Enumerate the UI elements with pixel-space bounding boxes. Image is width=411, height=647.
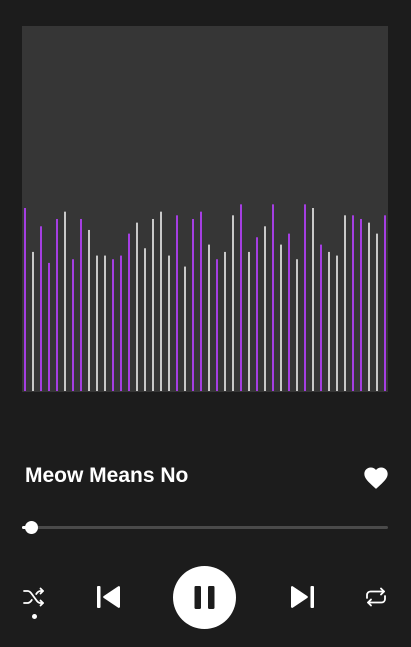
- visualizer-bar: [336, 255, 338, 391]
- visualizer-bar: [288, 233, 290, 391]
- visualizer-bar: [352, 215, 354, 391]
- visualizer-bar: [64, 211, 66, 391]
- next-track-button[interactable]: [288, 583, 316, 611]
- visualizer-bar: [120, 255, 122, 391]
- visualizer-bar: [48, 262, 50, 391]
- visualizer-bar: [376, 233, 378, 391]
- repeat-button[interactable]: [363, 586, 389, 608]
- visualizer-bar: [256, 237, 258, 391]
- progress-bar[interactable]: [22, 520, 388, 536]
- visualizer-bar: [160, 211, 162, 391]
- visualizer-bar: [88, 229, 90, 391]
- visualizer-bar: [80, 218, 82, 391]
- visualizer-bar: [24, 208, 26, 391]
- visualizer-bar: [192, 218, 194, 391]
- visualizer-bar: [296, 259, 298, 391]
- visualizer-bar: [384, 215, 386, 391]
- visualizer-bar: [232, 215, 234, 391]
- shuffle-button[interactable]: [22, 586, 46, 608]
- visualizer-bar: [32, 251, 34, 391]
- visualizer-bar: [224, 251, 226, 391]
- visualizer-bar: [360, 218, 362, 391]
- visualizer-bar: [184, 266, 186, 391]
- visualizer-bar: [272, 204, 274, 391]
- audio-visualizer: [24, 204, 386, 391]
- pause-icon: [194, 586, 215, 609]
- visualizer-bar: [176, 215, 178, 391]
- track-title: Meow Means No: [25, 464, 189, 487]
- visualizer-bar: [216, 259, 218, 391]
- visualizer-bar: [152, 218, 154, 391]
- visualizer-bar: [144, 248, 146, 391]
- visualizer-bar: [136, 222, 138, 391]
- visualizer-bar: [320, 244, 322, 391]
- visualizer-bar: [248, 251, 250, 391]
- music-player: Meow Means No: [0, 0, 411, 647]
- visualizer-bar: [40, 226, 42, 391]
- visualizer-bar: [280, 244, 282, 391]
- visualizer-bar: [112, 259, 114, 391]
- repeat-icon: [366, 587, 386, 607]
- visualizer-bar: [96, 255, 98, 391]
- visualizer-bar: [72, 259, 74, 391]
- album-artwork: [22, 26, 388, 392]
- visualizer-bar: [328, 251, 330, 391]
- visualizer-bar: [104, 255, 106, 391]
- skip-next-icon: [291, 586, 314, 608]
- shuffle-active-indicator: [32, 614, 37, 619]
- visualizer-bar: [168, 255, 170, 391]
- progress-thumb[interactable]: [25, 521, 39, 534]
- skip-previous-icon: [97, 586, 120, 608]
- visualizer-bar: [344, 215, 346, 391]
- visualizer-bar: [208, 244, 210, 391]
- progress-track: [22, 526, 388, 529]
- visualizer-bar: [264, 226, 266, 391]
- previous-track-button[interactable]: [95, 583, 123, 611]
- heart-icon: [364, 467, 388, 489]
- visualizer-bar: [56, 218, 58, 391]
- play-pause-button[interactable]: [173, 566, 236, 629]
- visualizer-bar: [304, 204, 306, 391]
- visualizer-bar: [368, 222, 370, 391]
- visualizer-bar: [312, 208, 314, 391]
- like-button[interactable]: [362, 464, 390, 492]
- visualizer-bar: [200, 211, 202, 391]
- shuffle-icon: [23, 587, 44, 607]
- visualizer-bar: [240, 204, 242, 391]
- visualizer-bar: [128, 233, 130, 391]
